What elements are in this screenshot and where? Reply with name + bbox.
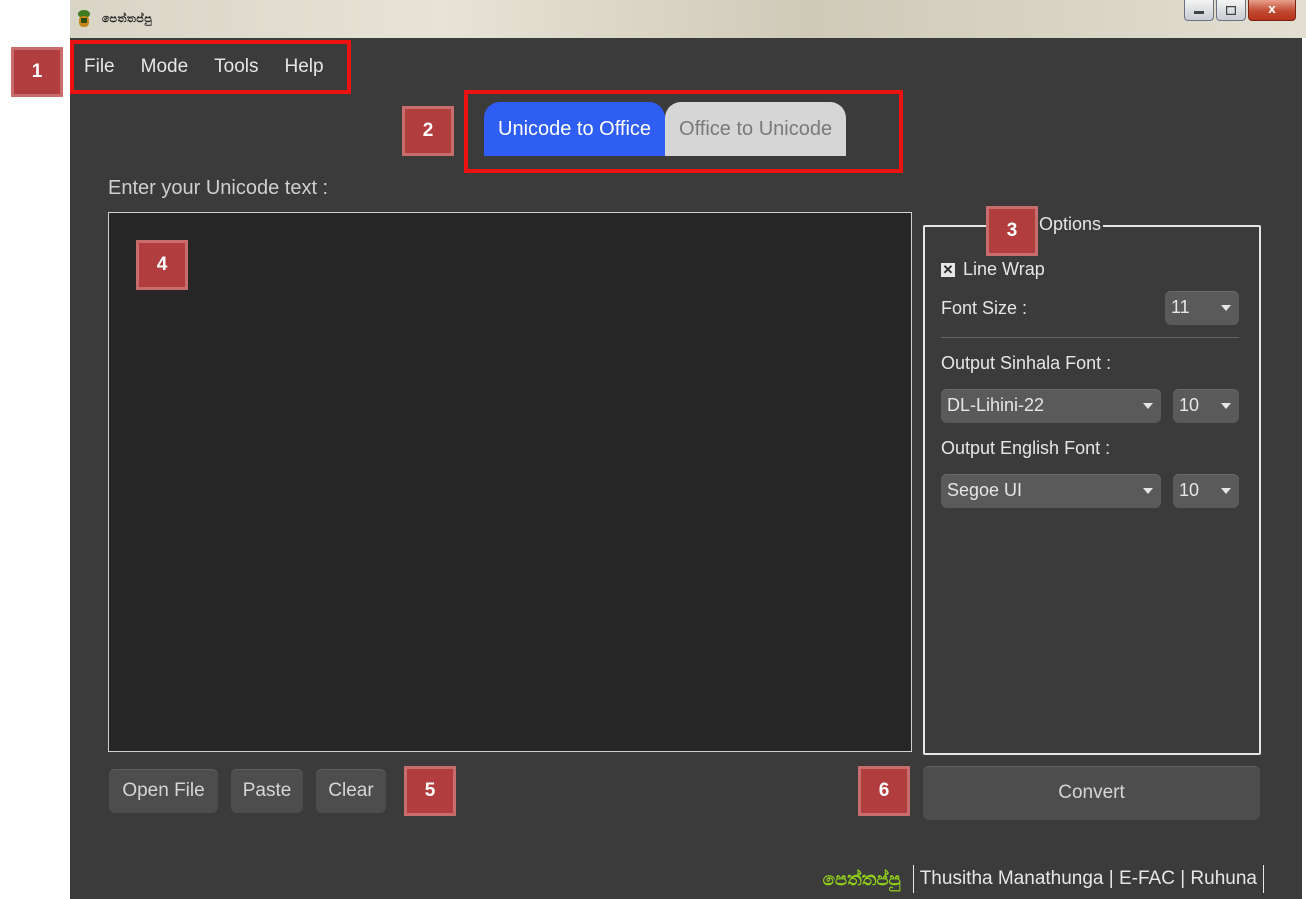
close-button[interactable]: X bbox=[1248, 0, 1296, 21]
maximize-button[interactable] bbox=[1216, 0, 1246, 21]
close-icon: X bbox=[1268, 4, 1276, 16]
window-title: පෙත්තප්පු bbox=[102, 12, 153, 25]
window-titlebar: පෙත්තප්පු X bbox=[70, 0, 1306, 38]
convert-button[interactable]: Convert bbox=[923, 766, 1260, 820]
font-size-label: Font Size : bbox=[941, 298, 1028, 318]
line-wrap-checkbox[interactable]: ✕ bbox=[941, 263, 955, 278]
footer-divider bbox=[1263, 865, 1264, 893]
options-panel: Options ✕ Line Wrap Font Size : 11 Output… bbox=[923, 214, 1261, 755]
options-legend: Options bbox=[1037, 214, 1104, 235]
english-font-value: Segoe UI bbox=[947, 480, 1023, 500]
options-divider bbox=[941, 337, 1239, 338]
annotation-badge-4: 4 bbox=[136, 240, 188, 290]
sinhala-size-value: 10 bbox=[1179, 395, 1200, 415]
sinhala-font-value: DL-Lihini-22 bbox=[947, 395, 1045, 415]
input-prompt-label: Enter your Unicode text : bbox=[108, 177, 329, 199]
app-logo-icon bbox=[78, 10, 90, 27]
annotation-badge-2: 2 bbox=[402, 106, 454, 156]
sinhala-size-select[interactable]: 10 bbox=[1173, 389, 1239, 423]
chevron-down-icon bbox=[1143, 488, 1153, 494]
chevron-down-icon bbox=[1143, 403, 1153, 409]
footer-divider bbox=[912, 865, 914, 893]
english-font-label: Output English Font : bbox=[941, 438, 1111, 458]
annotation-box-1 bbox=[70, 40, 351, 94]
footer-brand: පෙත්තප්පු bbox=[822, 868, 901, 889]
annotation-box-2 bbox=[464, 90, 903, 173]
font-size-select[interactable]: 11 bbox=[1165, 291, 1239, 325]
annotation-badge-1: 1 bbox=[11, 47, 63, 97]
footer-credit-text: Thusitha Manathunga | E-FAC | Ruhuna bbox=[919, 868, 1257, 889]
minimize-icon bbox=[1194, 11, 1204, 14]
annotation-badge-5: 5 bbox=[404, 766, 456, 816]
english-size-value: 10 bbox=[1179, 480, 1200, 500]
paste-button[interactable]: Paste bbox=[231, 769, 303, 813]
chevron-down-icon bbox=[1221, 305, 1231, 311]
line-wrap-label: Line Wrap bbox=[963, 259, 1045, 279]
open-file-button[interactable]: Open File bbox=[109, 769, 218, 813]
sinhala-font-select[interactable]: DL-Lihini-22 bbox=[941, 389, 1161, 423]
sinhala-font-label: Output Sinhala Font : bbox=[941, 353, 1112, 373]
font-size-value: 11 bbox=[1171, 297, 1190, 317]
clear-button[interactable]: Clear bbox=[316, 769, 386, 813]
english-size-select[interactable]: 10 bbox=[1173, 474, 1239, 508]
chevron-down-icon bbox=[1221, 488, 1231, 494]
minimize-button[interactable] bbox=[1184, 0, 1214, 21]
footer-credit: පෙත්තප්පු Thusitha Manathunga | E-FAC | … bbox=[823, 865, 1270, 893]
english-font-select[interactable]: Segoe UI bbox=[941, 474, 1161, 508]
annotation-badge-3: 3 bbox=[986, 206, 1038, 256]
maximize-icon bbox=[1226, 5, 1236, 15]
chevron-down-icon bbox=[1221, 403, 1231, 409]
unicode-text-input[interactable] bbox=[108, 212, 912, 752]
annotation-badge-6: 6 bbox=[858, 766, 910, 816]
line-wrap-option[interactable]: ✕ Line Wrap bbox=[941, 259, 1045, 280]
